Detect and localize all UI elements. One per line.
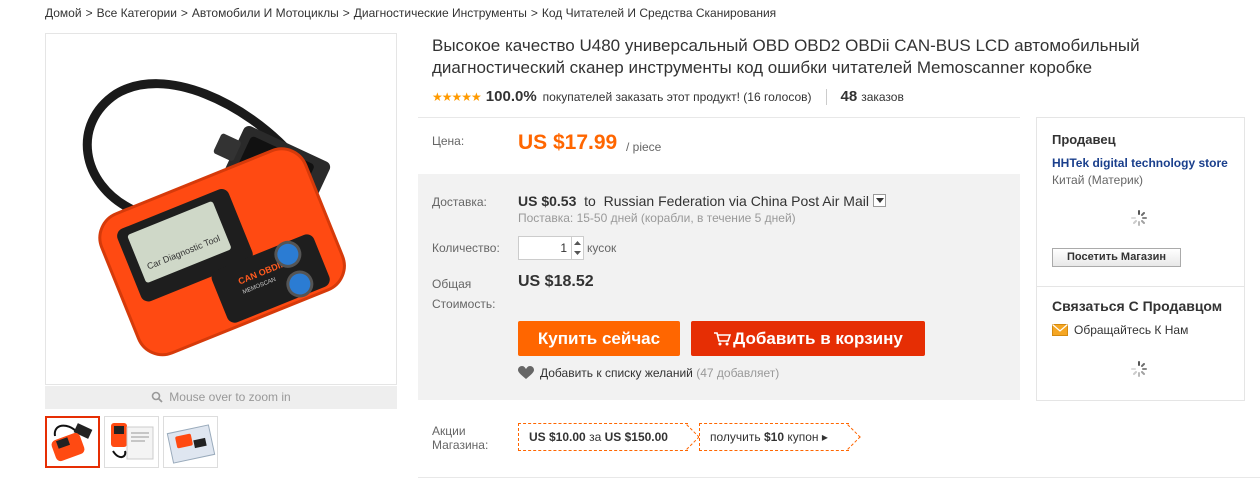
quantity-value[interactable]: 1 bbox=[560, 241, 567, 255]
price-area: Цена: US $17.99 / piece bbox=[418, 117, 1020, 174]
breadcrumb-all-categories[interactable]: Все Категории bbox=[97, 6, 177, 20]
coupon1-threshold: US $150.00 bbox=[604, 430, 668, 444]
breadcrumb-diagnostic-tools[interactable]: Диагностические Инструменты bbox=[354, 6, 527, 20]
breadcrumb-separator: > bbox=[530, 6, 538, 20]
magnifier-icon bbox=[151, 391, 163, 403]
shipping-destination[interactable]: Russian Federation via China Post Air Ma… bbox=[604, 193, 869, 209]
store-location: Китай (Материк) bbox=[1052, 173, 1143, 187]
main-product-image[interactable]: Car Diagnostic Tool CAN OBDII MEMOSCAN bbox=[45, 33, 397, 385]
thumbnail-strip bbox=[45, 416, 218, 468]
breadcrumb: Домой > Все Категории > Автомобили И Мотоцик… bbox=[45, 6, 776, 20]
seller-panel: Продавец HHTek digital technology store … bbox=[1036, 117, 1245, 401]
store-discount-coupon[interactable]: US $10.00 за US $150.00 bbox=[518, 423, 688, 451]
coupon1-amount: US $10.00 bbox=[529, 430, 586, 444]
loading-spinner-icon bbox=[1131, 361, 1147, 377]
total-label: Общая Стоимость: bbox=[432, 274, 495, 314]
buy-now-button[interactable]: Купить сейчас bbox=[518, 321, 680, 356]
quantity-spin-buttons[interactable] bbox=[571, 237, 583, 259]
rating-percent: 100.0% bbox=[485, 88, 537, 105]
seller-title: Продавец bbox=[1052, 132, 1116, 147]
zoom-hint: Mouse over to zoom in bbox=[45, 386, 397, 409]
total-value: US $18.52 bbox=[518, 273, 594, 290]
add-to-cart-button[interactable]: Добавить в корзину bbox=[691, 321, 925, 356]
store-name-link[interactable]: HHTek digital technology store bbox=[1052, 156, 1228, 170]
shipping-dropdown-icon[interactable] bbox=[872, 194, 886, 207]
total-label-line2: Стоимость: bbox=[432, 297, 496, 311]
promo-label-line1: Акции bbox=[432, 424, 466, 438]
breadcrumb-separator: > bbox=[180, 6, 188, 20]
shipping-to: to bbox=[584, 193, 596, 209]
product-title: Высокое качество U480 универсальный OBD … bbox=[432, 36, 1140, 77]
bottom-divider bbox=[418, 477, 1260, 478]
coupon1-middle: за bbox=[589, 430, 602, 444]
visit-store-button[interactable]: Посетить Магазин bbox=[1052, 248, 1181, 267]
buy-box: Доставка: US $0.53 to Russian Federation… bbox=[418, 174, 1020, 400]
coupon2-prefix: получить bbox=[710, 430, 761, 444]
rating-stars-icon: ★★★★★ bbox=[432, 89, 482, 104]
breadcrumb-auto-moto[interactable]: Автомобили И Мотоциклы bbox=[192, 6, 339, 20]
obd-scanner-illustration: Car Diagnostic Tool CAN OBDII MEMOSCAN bbox=[82, 79, 346, 357]
breadcrumb-home[interactable]: Домой bbox=[45, 6, 82, 20]
thumbnail-1[interactable] bbox=[45, 416, 100, 468]
wishlist-link[interactable]: Добавить к списку желаний (47 добавляет) bbox=[518, 366, 779, 380]
quantity-unit: кусок bbox=[587, 241, 617, 255]
breadcrumb-code-readers[interactable]: Код Читателей И Средства Сканирования bbox=[542, 6, 776, 20]
shipping-cost: US $0.53 bbox=[518, 193, 577, 209]
quantity-stepper[interactable]: 1 bbox=[518, 236, 584, 260]
rating-row: ★★★★★ 100.0% покупателей заказать этот п… bbox=[432, 88, 904, 105]
price-value: US $17.99 bbox=[518, 131, 618, 154]
contact-seller-title: Связаться С Продавцом bbox=[1052, 298, 1223, 314]
wishlist-label: Добавить к списку желаний bbox=[540, 366, 693, 380]
add-to-cart-label: Добавить в корзину bbox=[733, 329, 903, 348]
price-label: Цена: bbox=[432, 134, 465, 148]
get-coupon-button[interactable]: получить $10 купон ▸ bbox=[699, 423, 849, 451]
shipping-label: Доставка: bbox=[432, 195, 487, 209]
orders-count: 48 bbox=[840, 88, 858, 105]
contact-us-label: Обращайтесь К Нам bbox=[1074, 323, 1189, 337]
cart-icon bbox=[714, 332, 732, 346]
total-label-line1: Общая bbox=[432, 277, 472, 291]
divider bbox=[825, 88, 827, 105]
quantity-label: Количество: bbox=[432, 241, 500, 255]
shipping-info: US $0.53 to Russian Federation via China… bbox=[518, 193, 886, 209]
thumbnail-3[interactable] bbox=[163, 416, 218, 468]
store-promo-label: Акции Магазина: bbox=[432, 424, 488, 452]
delivery-note: Поставка: 15-50 дней (корабли, в течение… bbox=[518, 211, 796, 225]
seller-panel-divider bbox=[1037, 286, 1244, 287]
wishlist-count: (47 добавляет) bbox=[696, 366, 780, 380]
heart-icon bbox=[518, 366, 534, 379]
coupon2-amount: $10 bbox=[763, 430, 784, 444]
promo-label-line2: Магазина: bbox=[432, 438, 489, 452]
thumbnail-2[interactable] bbox=[104, 416, 159, 468]
breadcrumb-separator: > bbox=[342, 6, 350, 20]
orders-label: заказов bbox=[861, 89, 904, 104]
contact-us-link[interactable]: Обращайтесь К Нам bbox=[1052, 323, 1188, 337]
zoom-hint-text: Mouse over to zoom in bbox=[169, 390, 291, 404]
votes-text[interactable]: покупателей заказать этот продукт! (16 г… bbox=[543, 90, 812, 104]
loading-spinner-icon bbox=[1131, 210, 1147, 226]
coupon2-suffix: купон ▸ bbox=[787, 430, 828, 444]
breadcrumb-separator: > bbox=[85, 6, 93, 20]
price-unit: / piece bbox=[626, 140, 662, 154]
envelope-icon bbox=[1052, 324, 1068, 336]
